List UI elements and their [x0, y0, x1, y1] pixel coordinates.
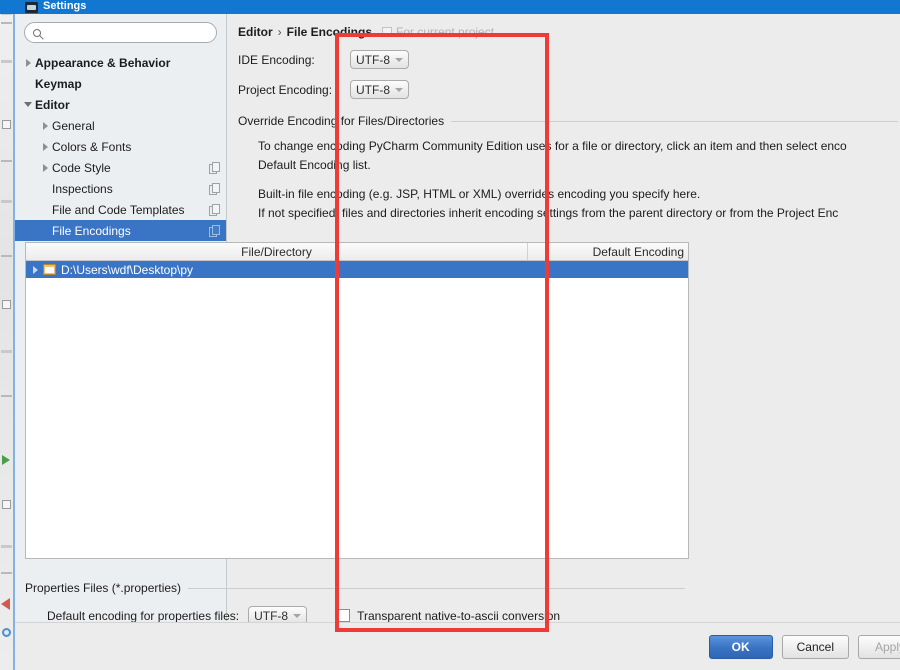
override-section-title: Override Encoding for Files/Directories [238, 114, 445, 128]
sidebar-item-appearance-behavior[interactable]: Appearance & Behavior [15, 52, 226, 73]
background-run-icon [2, 455, 10, 465]
for-current-project-checkbox[interactable]: For current project [382, 25, 494, 39]
sidebar-item-label: File Encodings [52, 223, 131, 238]
section-divider [188, 587, 685, 589]
settings-app-icon [25, 1, 38, 13]
sidebar-item-label: Colors & Fonts [52, 139, 132, 154]
chevron-down-icon [395, 57, 403, 62]
properties-encoding-value: UTF-8 [254, 608, 289, 623]
sidebar-item-label: Appearance & Behavior [35, 55, 171, 70]
properties-section-title: Properties Files (*.properties) [25, 581, 182, 595]
chevron-right-icon[interactable] [38, 121, 52, 130]
search-box[interactable] [24, 22, 217, 43]
properties-files-section: Properties Files (*.properties) Default … [25, 567, 689, 625]
ide-encoding-row: IDE Encoding: UTF-8 [238, 49, 900, 70]
footer-buttons: OK Cancel Apply [708, 635, 900, 659]
sidebar-item-label: Editor [35, 97, 70, 112]
chevron-right-icon[interactable] [38, 163, 52, 172]
breadcrumb-separator: › [277, 25, 282, 39]
encoding-table[interactable]: File/Directory Default Encoding D:\Users… [25, 242, 689, 559]
project-encoding-combo[interactable]: UTF-8 [350, 80, 409, 99]
settings-dialog: Appearance & Behavior Keymap Editor General… [13, 14, 900, 670]
chevron-down-icon [395, 87, 403, 92]
breadcrumb-parent[interactable]: Editor [238, 25, 273, 39]
ide-encoding-value: UTF-8 [356, 52, 390, 67]
sidebar-item-label: Code Style [52, 160, 111, 175]
sidebar-search [15, 14, 226, 43]
sidebar-item-label: Inspections [52, 181, 113, 196]
sidebar-item-editor[interactable]: Editor [15, 94, 226, 115]
table-cell-path: D:\Users\wdf\Desktop\py [61, 262, 194, 277]
background-marker-icon [1, 598, 10, 610]
copy-settings-icon[interactable] [209, 225, 220, 237]
sidebar-item-inspections[interactable]: Inspections [15, 178, 226, 199]
sidebar-item-colors-fonts[interactable]: Colors & Fonts [15, 136, 226, 157]
apply-button[interactable]: Apply [858, 635, 900, 659]
column-header-file-directory[interactable]: File/Directory [26, 243, 528, 260]
chevron-down-icon [293, 613, 302, 618]
breadcrumb: Editor › File Encodings For current proj… [238, 24, 900, 40]
chevron-right-icon[interactable] [21, 58, 35, 67]
copy-settings-icon[interactable] [209, 162, 220, 174]
sidebar-item-label: File and Code Templates [52, 202, 185, 217]
background-status-icon [2, 628, 11, 637]
transparent-conversion-checkbox[interactable] [337, 609, 351, 622]
column-header-default-encoding[interactable]: Default Encoding [528, 243, 688, 260]
search-icon [33, 28, 41, 37]
properties-section-header: Properties Files (*.properties) [25, 581, 689, 595]
ok-button[interactable]: OK [708, 635, 773, 659]
checkbox-box-icon [382, 27, 393, 37]
section-divider [451, 120, 898, 122]
background-app-strip [0, 0, 13, 670]
breadcrumb-current: File Encodings [286, 25, 373, 39]
copy-settings-icon[interactable] [209, 183, 220, 195]
table-row[interactable]: D:\Users\wdf\Desktop\py [26, 261, 688, 278]
sidebar-item-label: General [52, 118, 95, 133]
settings-dialog-screenshot: Settings Appearance & Behavior Keymap Edit… [0, 0, 900, 670]
sidebar-item-label: Keymap [35, 76, 82, 91]
sidebar-item-file-encodings[interactable]: File Encodings [15, 220, 226, 241]
for-current-project-label: For current project [396, 25, 495, 39]
copy-settings-icon[interactable] [209, 204, 220, 216]
sidebar-item-file-and-code-templates[interactable]: File and Code Templates [15, 199, 226, 220]
sidebar-item-general[interactable]: General [15, 115, 226, 136]
description-line: If not specified, files and directories … [258, 206, 839, 220]
table-body: D:\Users\wdf\Desktop\py [26, 261, 688, 278]
transparent-conversion-label: Transparent native-to-ascii conversion [357, 608, 561, 623]
search-input[interactable] [46, 24, 208, 41]
chevron-right-icon[interactable] [33, 265, 38, 274]
project-encoding-value: UTF-8 [356, 82, 390, 97]
dialog-footer: OK Cancel Apply [15, 622, 900, 670]
ide-encoding-combo[interactable]: UTF-8 [350, 50, 409, 69]
ide-encoding-label: IDE Encoding: [238, 52, 315, 67]
override-section-header: Override Encoding for Files/Directories [238, 114, 900, 128]
chevron-down-icon[interactable] [21, 102, 35, 107]
window-titlebar: Settings [0, 0, 900, 14]
sidebar-item-code-style[interactable]: Code Style [15, 157, 226, 178]
chevron-right-icon[interactable] [38, 142, 52, 151]
project-encoding-label: Project Encoding: [238, 82, 333, 97]
table-header-row: File/Directory Default Encoding [26, 243, 688, 261]
folder-icon [43, 264, 56, 275]
window-title: Settings [43, 0, 87, 12]
cancel-button[interactable]: Cancel [781, 635, 849, 659]
project-encoding-row: Project Encoding: UTF-8 [238, 79, 900, 100]
override-description: To change encoding PyCharm Community Edi… [258, 137, 900, 223]
properties-encoding-label: Default encoding for properties files: [47, 608, 240, 623]
description-line: To change encoding PyCharm Community Edi… [258, 139, 847, 153]
sidebar-item-keymap[interactable]: Keymap [15, 73, 226, 94]
description-line: Built-in file encoding (e.g. JSP, HTML o… [258, 187, 701, 201]
description-line: Default Encoding list. [258, 158, 371, 172]
